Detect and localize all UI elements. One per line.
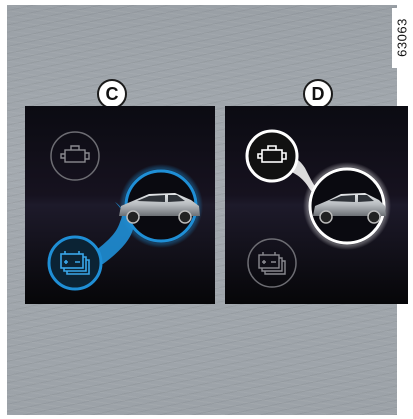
battery-icon	[47, 235, 103, 291]
badge-c: C	[97, 79, 127, 109]
badge-d-letter: D	[311, 84, 325, 104]
figure-code-text: 63063	[394, 18, 410, 57]
badge-c-letter: C	[105, 84, 119, 104]
engine-icon	[245, 129, 299, 183]
panel-d	[225, 106, 408, 304]
panel-d-graphic	[225, 106, 408, 304]
figure-code: 63063	[392, 8, 412, 68]
panel-c-graphic	[25, 106, 215, 304]
panel-c	[25, 106, 215, 304]
badge-d: D	[303, 79, 333, 109]
